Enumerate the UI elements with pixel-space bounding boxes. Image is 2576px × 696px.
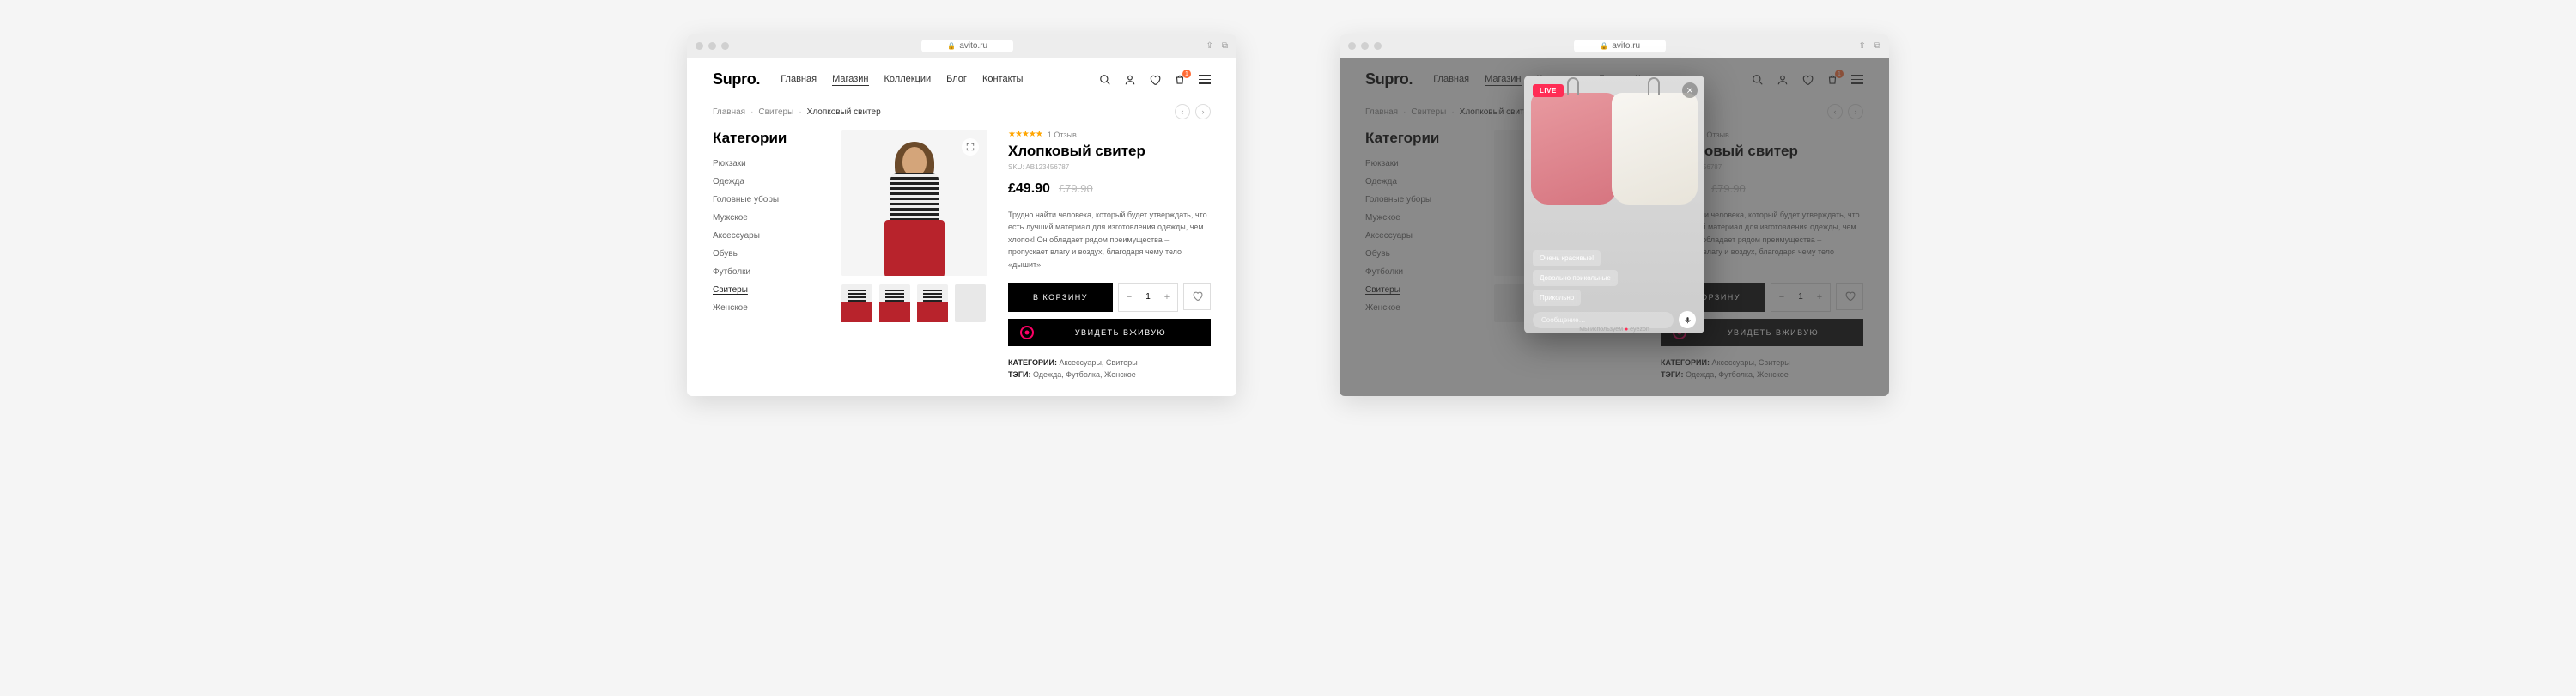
product-main-image[interactable] xyxy=(841,130,987,276)
see-live-button[interactable]: УВИДЕТЬ ВЖИВУЮ xyxy=(1008,319,1211,346)
chat-message: Довольно прикольные xyxy=(1533,270,1618,286)
expand-image-icon[interactable] xyxy=(962,138,979,156)
product-thumbnails xyxy=(841,284,987,322)
traffic-lights xyxy=(1348,42,1382,50)
favorite-button[interactable] xyxy=(1183,283,1211,310)
chrome-right-icons: ⇪ ⧉ xyxy=(1206,41,1228,51)
product-tags: ТЭГИ: Одежда, Футболка, Женское xyxy=(1008,370,1211,379)
powered-by-text: Мы используем ● eyezon xyxy=(1579,327,1649,333)
menu-icon[interactable] xyxy=(1198,73,1211,86)
cart-icon[interactable]: 1 xyxy=(1173,73,1186,86)
search-icon[interactable] xyxy=(1098,73,1111,86)
product-price: £49.90 xyxy=(1008,181,1050,197)
minimize-window-icon[interactable] xyxy=(708,42,716,50)
close-modal-button[interactable] xyxy=(1682,82,1698,98)
browser-window-right: 🔒 avito.ru ⇪ ⧉ Supro. Главная Магазин Ко… xyxy=(1340,34,1889,396)
account-icon[interactable] xyxy=(1123,73,1136,86)
share-icon[interactable]: ⇪ xyxy=(1206,41,1212,51)
category-item[interactable]: Аксессуары xyxy=(713,231,816,241)
product-old-price: £79.90 xyxy=(1059,182,1093,195)
nav-home[interactable]: Главная xyxy=(781,74,817,86)
site-header: Supro. Главная Магазин Коллекции Блог Ко… xyxy=(713,70,1211,89)
quantity-increase-button[interactable]: + xyxy=(1157,284,1177,311)
next-product-button[interactable]: › xyxy=(1195,104,1211,119)
live-icon xyxy=(1020,326,1034,339)
microphone-button[interactable] xyxy=(1679,311,1696,328)
category-item[interactable]: Футболки xyxy=(713,267,816,277)
breadcrumb-item[interactable]: Свитеры xyxy=(758,107,793,117)
thumbnail[interactable] xyxy=(841,284,872,322)
nav-contacts[interactable]: Контакты xyxy=(982,74,1024,86)
thumbnail[interactable] xyxy=(917,284,948,322)
browser-chrome: 🔒 avito.ru ⇪ ⧉ xyxy=(687,34,1236,58)
review-count[interactable]: 1 Отзыв xyxy=(1048,131,1077,139)
chat-message: Очень красивые! xyxy=(1533,250,1601,266)
logo[interactable]: Supro. xyxy=(713,70,760,89)
category-item[interactable]: Рюкзаки xyxy=(713,159,816,168)
live-badge: LIVE xyxy=(1533,84,1564,97)
cart-badge: 1 xyxy=(1182,70,1191,78)
share-icon[interactable]: ⇪ xyxy=(1858,41,1865,51)
category-item-active[interactable]: Свитеры xyxy=(713,285,816,295)
quantity-stepper: − 1 + xyxy=(1118,283,1178,312)
category-item[interactable]: Женское xyxy=(713,303,816,313)
category-item[interactable]: Головные уборы xyxy=(713,195,816,205)
sweater-white xyxy=(1612,93,1698,205)
quantity-decrease-button[interactable]: − xyxy=(1119,284,1139,311)
traffic-lights xyxy=(696,42,729,50)
breadcrumb: Главная · Свитеры · Хлопковый свитер xyxy=(713,107,881,117)
product-categories: КАТЕГОРИИ: Аксессуары, Свитеры xyxy=(1008,358,1211,367)
maximize-window-icon[interactable] xyxy=(721,42,729,50)
lock-icon: 🔒 xyxy=(1600,42,1608,50)
tabs-icon[interactable]: ⧉ xyxy=(1222,41,1228,51)
prev-product-button[interactable]: ‹ xyxy=(1175,104,1190,119)
close-window-icon[interactable] xyxy=(1348,42,1356,50)
category-item[interactable]: Мужское xyxy=(713,213,816,223)
product-description: Трудно найти человека, который будет утв… xyxy=(1008,209,1211,271)
nav-collections[interactable]: Коллекции xyxy=(884,74,932,86)
category-item[interactable]: Одежда xyxy=(713,177,816,186)
breadcrumb-current: Хлопковый свитер xyxy=(807,107,881,117)
category-item[interactable]: Обувь xyxy=(713,249,816,259)
live-stream-modal: LIVE Очень красивые! Довольно прикольные… xyxy=(1524,76,1704,333)
sidebar-title: Категории xyxy=(713,130,816,147)
chat-messages: Очень красивые! Довольно прикольные Прик… xyxy=(1533,250,1696,306)
tabs-icon[interactable]: ⧉ xyxy=(1874,41,1880,51)
address-bar[interactable]: 🔒 avito.ru xyxy=(921,40,1013,52)
chrome-right-icons: ⇪ ⧉ xyxy=(1858,41,1880,51)
chat-message: Прикольно xyxy=(1533,290,1581,306)
product-title: Хлопковый свитер xyxy=(1008,143,1211,160)
lock-icon: 🔒 xyxy=(947,42,956,50)
nav-shop[interactable]: Магазин xyxy=(832,74,868,86)
minimize-window-icon[interactable] xyxy=(1361,42,1369,50)
category-sidebar: Категории Рюкзаки Одежда Головные уборы … xyxy=(713,130,816,379)
url-text: avito.ru xyxy=(1612,41,1640,51)
main-nav: Главная Магазин Коллекции Блог Контакты xyxy=(781,74,1023,86)
add-to-cart-button[interactable]: В КОРЗИНУ xyxy=(1008,283,1113,312)
url-text: avito.ru xyxy=(959,41,987,51)
close-window-icon[interactable] xyxy=(696,42,703,50)
wishlist-icon[interactable] xyxy=(1148,73,1161,86)
browser-window-left: 🔒 avito.ru ⇪ ⧉ Supro. Главная Магазин Ко… xyxy=(687,34,1236,396)
thumbnail[interactable] xyxy=(879,284,910,322)
browser-chrome: 🔒 avito.ru ⇪ ⧉ xyxy=(1340,34,1889,58)
rating-stars-icon: ★★★★★ xyxy=(1008,130,1042,139)
quantity-value: 1 xyxy=(1139,292,1157,302)
sweater-pink xyxy=(1531,93,1617,205)
nav-blog[interactable]: Блог xyxy=(946,74,967,86)
maximize-window-icon[interactable] xyxy=(1374,42,1382,50)
thumbnail[interactable] xyxy=(955,284,986,322)
address-bar[interactable]: 🔒 avito.ru xyxy=(1574,40,1666,52)
breadcrumb-item[interactable]: Главная xyxy=(713,107,745,117)
chat-input[interactable]: Сообщение… xyxy=(1533,312,1674,328)
product-sku: SKU: AB123456787 xyxy=(1008,163,1211,171)
